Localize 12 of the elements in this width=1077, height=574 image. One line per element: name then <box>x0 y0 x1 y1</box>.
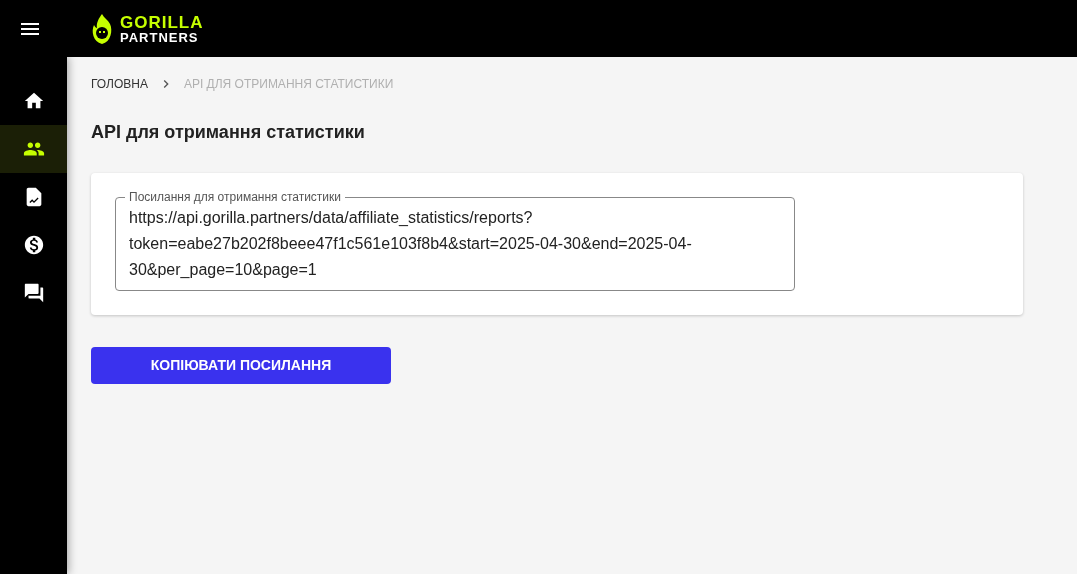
breadcrumb-link[interactable]: ГОЛОВНА <box>91 75 148 93</box>
copy-link-button[interactable]: КОПІЮВАТИ ПОСИЛАННЯ <box>91 347 391 384</box>
logo-text: GORILLA <box>120 13 204 31</box>
logo-icon <box>90 12 114 45</box>
link-text: https://api.gorilla.partners/data/affiliate_statistics/reports?token=eabe27b202f8beee47f1c561e103f8b4&start=2025-04-30&end=2025-04-30&per_page=10&page=1 <box>129 209 692 278</box>
logo-text: PARTNERS <box>120 30 200 44</box>
dollar-icon <box>22 234 45 256</box>
page-title: API для отримання статистики <box>91 121 366 144</box>
link-field[interactable]: Посилання для отримання статистики https://api.gorilla.partners/data/affiliate_statistics/reports?token=eabe27b202f8beee47f1c561e103f8b4&start=2025-04-30&end=2025-04-30&per_page=10&page=1 <box>115 189 795 291</box>
field-label: Посилання для отримання статистики <box>128 189 342 205</box>
sidebar-item[interactable] <box>0 125 67 173</box>
chat-icon <box>22 282 45 304</box>
